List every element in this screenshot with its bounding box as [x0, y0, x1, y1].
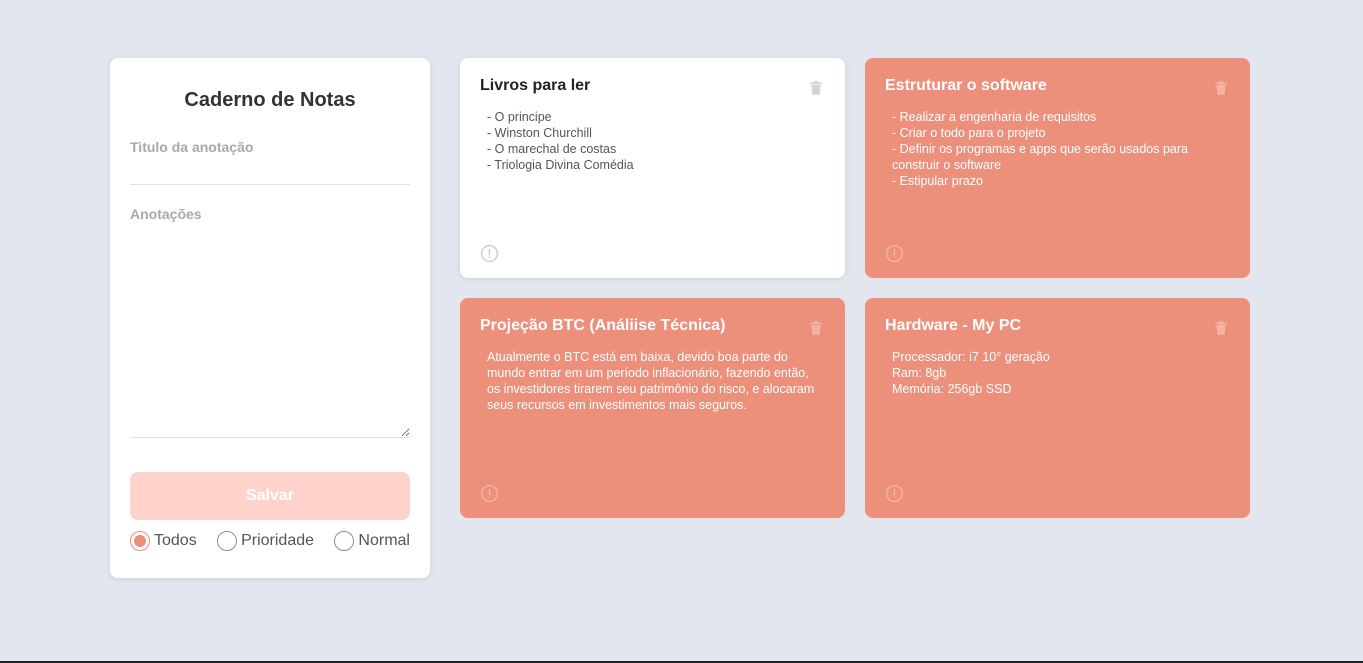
title-input[interactable]: [130, 155, 410, 185]
note-title: Projeção BTC (Análiise Técnica): [480, 317, 726, 334]
alert-circle-icon[interactable]: [885, 484, 904, 503]
alert-circle-icon[interactable]: [480, 484, 499, 503]
note-header: Livros para ler: [480, 77, 825, 97]
radio-prioridade[interactable]: [217, 531, 238, 551]
filter-normal[interactable]: Normal: [334, 531, 410, 551]
note-body: - Realizar a engenharia de requisitos - …: [892, 110, 1188, 188]
note-card[interactable]: Estruturar o software - Realizar a engen…: [865, 58, 1250, 278]
notes-label: Anotações: [130, 206, 202, 222]
note-body: Atualmente o BTC está em baixa, devido b…: [487, 350, 815, 412]
trash-icon[interactable]: [807, 319, 825, 337]
filter-label: Todos: [154, 532, 197, 549]
trash-icon[interactable]: [1212, 79, 1230, 97]
trash-icon[interactable]: [807, 79, 825, 97]
title-label: Titulo da anotação: [130, 139, 254, 155]
form-title: Caderno de Notas: [184, 89, 356, 111]
radio-normal[interactable]: [334, 531, 355, 551]
alert-circle-icon[interactable]: [885, 244, 904, 263]
filter-label: Normal: [358, 532, 410, 549]
save-button[interactable]: Salvar: [130, 472, 410, 520]
note-card[interactable]: Livros para ler - O principe - Winston C…: [460, 58, 845, 278]
note-card[interactable]: Projeção BTC (Análiise Técnica) Atualmen…: [460, 298, 845, 518]
note-card[interactable]: Hardware - My PC Processador: i7 10° ger…: [865, 298, 1250, 518]
note-form: Caderno de Notas Titulo da anotação Anot…: [110, 58, 430, 578]
note-body: Processador: i7 10° geração Ram: 8gb Mem…: [892, 350, 1050, 396]
note-header: Estruturar o software: [885, 77, 1230, 97]
note-body: - O principe - Winston Churchill - O mar…: [487, 110, 634, 172]
note-title: Livros para ler: [480, 77, 591, 94]
filter-group: Todos Prioridade Normal: [130, 530, 410, 552]
note-title: Hardware - My PC: [885, 317, 1022, 334]
filter-prioridade[interactable]: Prioridade: [217, 531, 314, 551]
radio-todos[interactable]: [130, 531, 150, 551]
alert-circle-icon[interactable]: [480, 244, 499, 263]
notes-textarea[interactable]: [130, 228, 410, 438]
note-header: Projeção BTC (Análiise Técnica): [480, 317, 825, 337]
filter-label: Prioridade: [241, 532, 315, 549]
note-title: Estruturar o software: [885, 77, 1047, 94]
trash-icon[interactable]: [1212, 319, 1230, 337]
filter-todos[interactable]: Todos: [130, 531, 197, 551]
note-header: Hardware - My PC: [885, 317, 1230, 337]
